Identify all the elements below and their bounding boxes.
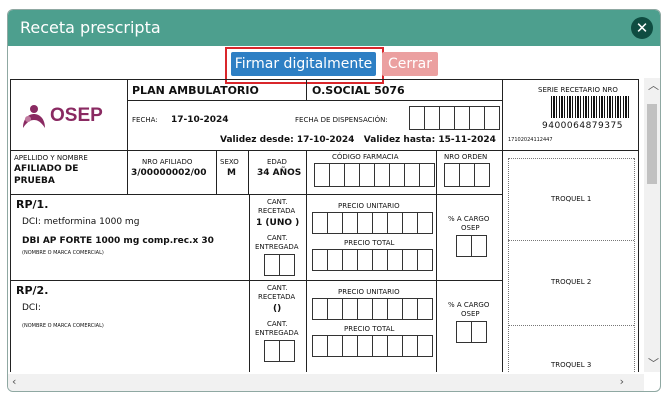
fecha-value: 17-10-2024	[171, 115, 229, 125]
troquel-1: TROQUEL 1	[551, 195, 592, 203]
rp2-label: RP/2.	[16, 284, 49, 297]
vertical-scroll-thumb[interactable]	[647, 104, 657, 184]
barcode-number: 9400064879375	[542, 121, 623, 131]
rp2-cant-recetada-label1: CANT.	[267, 284, 288, 292]
rp1-marca-label: (NOMBRE O MARCA COMERCIAL)	[22, 250, 104, 256]
edad-value: 34 AÑOS	[257, 168, 302, 178]
prescription-form: OSEP PLAN AMBULATORIO O.SOCIAL 5076 FECH…	[10, 79, 639, 372]
barcode	[551, 96, 631, 118]
sexo-header: SEXO	[220, 158, 239, 166]
rp2-cant-entregada-label2: ENTREGADA	[255, 329, 299, 337]
rp1-label: RP/1.	[16, 198, 49, 211]
rp1-cant-entregada-label1: CANT.	[267, 234, 288, 242]
close-icon[interactable]: ✕	[631, 17, 653, 39]
plan-label: PLAN AMBULATORIO	[132, 84, 259, 97]
rp1-dci: DCI: metformina 1000 mg	[22, 217, 140, 227]
dialog-toolbar: Firmar digitalmente Cerrar	[8, 46, 660, 84]
osep-logo: OSEP	[19, 102, 119, 132]
rp1-cant-entregada-label2: ENTREGADA	[255, 243, 299, 251]
dialog-titlebar: Receta prescripta ✕	[8, 10, 660, 46]
barcode-small-number: 17102024112447	[508, 137, 553, 143]
vertical-scrollbar[interactable]: ︿ ﹀	[644, 78, 660, 372]
sexo-value: M	[227, 168, 236, 178]
rp2-precio-total-label: PRECIO TOTAL	[344, 325, 395, 333]
rp2-precio-unitario-label: PRECIO UNITARIO	[338, 288, 400, 296]
troquel-2: TROQUEL 2	[551, 278, 592, 286]
apellido-header: APELLIDO Y NOMBRE	[14, 154, 88, 162]
rp1-cant-recetada-label2: RECETADA	[258, 207, 296, 215]
edad-header: EDAD	[267, 158, 287, 166]
osep-logo-icon	[23, 105, 45, 128]
chevron-left-icon[interactable]: ‹	[12, 376, 16, 388]
rp1-cantidad: 1 (UNO )	[256, 218, 300, 228]
codigo-farmacia-header: CÓDIGO FARMACIA	[332, 153, 399, 161]
chevron-down-icon[interactable]: ﹀	[648, 358, 659, 370]
sign-digitally-button[interactable]: Firmar digitalmente	[231, 52, 376, 76]
chevron-right-icon[interactable]: ›	[620, 376, 624, 388]
osep-logo-text: OSEP	[50, 105, 103, 126]
rp2-a-cargo-label1: % A CARGO	[448, 301, 490, 309]
rp1-a-cargo-label2: OSEP	[461, 224, 480, 232]
rp2-cant-entregada-label1: CANT.	[267, 320, 288, 328]
rp1-a-cargo-label1: % A CARGO	[448, 215, 490, 223]
rp2-marca-label: (NOMBRE O MARCA COMERCIAL)	[22, 323, 104, 329]
rp1-precio-total-label: PRECIO TOTAL	[344, 239, 395, 247]
fecha-dispensacion-label: FECHA DE DISPENSACIÓN:	[295, 116, 388, 124]
patient-name-line2: PRUEBA	[14, 176, 55, 186]
troquel-3: TROQUEL 3	[551, 361, 592, 369]
close-button[interactable]: Cerrar	[382, 52, 438, 76]
nro-afiliado-value: 3/00000002/00	[131, 168, 207, 178]
chevron-up-icon[interactable]: ︿	[648, 80, 659, 92]
obra-social-label: O.SOCIAL 5076	[312, 84, 405, 97]
prescription-viewport[interactable]: OSEP PLAN AMBULATORIO O.SOCIAL 5076 FECH…	[9, 78, 640, 372]
patient-name-line1: AFILIADO DE	[14, 164, 79, 174]
serie-label: SERIE RECETARIO NRO	[538, 86, 618, 94]
rp1-precio-unitario-label: PRECIO UNITARIO	[338, 202, 400, 210]
dialog-title: Receta prescripta	[20, 18, 161, 37]
rp1-brand: DBI AP FORTE 1000 mg comp.rec.x 30	[22, 236, 214, 246]
prescription-dialog: Receta prescripta ✕ Firmar digitalmente …	[7, 9, 661, 392]
rp1-cant-recetada-label1: CANT.	[267, 198, 288, 206]
nro-orden-header: NRO ORDEN	[444, 153, 488, 161]
rp2-dci: DCI:	[22, 303, 41, 313]
rp2-cantidad: ()	[273, 304, 282, 314]
validez-range: Validez desde: 17-10-2024 Validez hasta:…	[220, 135, 496, 145]
rp2-cant-recetada-label2: RECETADA	[258, 293, 296, 301]
nro-afiliado-header: NRO AFILIADO	[142, 158, 193, 166]
fecha-label: FECHA:	[132, 116, 158, 124]
rp2-a-cargo-label2: OSEP	[461, 310, 480, 318]
horizontal-scrollbar[interactable]: ‹ ›	[8, 374, 644, 391]
